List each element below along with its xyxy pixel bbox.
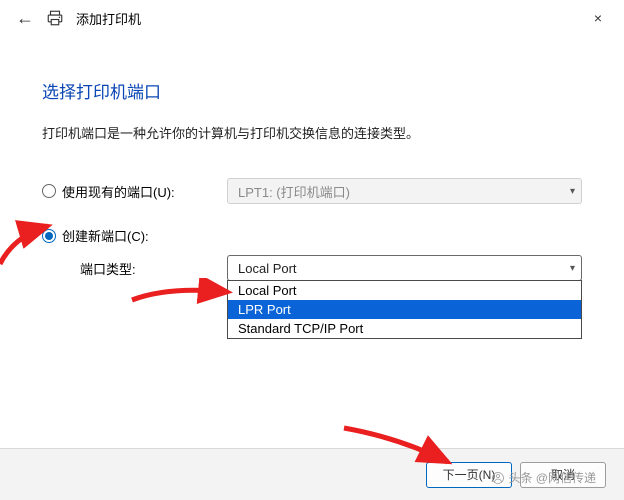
radio-use-existing[interactable] [42,184,56,198]
existing-port-combo: LPT1: (打印机端口) ▾ [227,178,582,204]
port-type-row: 端口类型: Local Port ▾ Local Port LPR Port S… [42,255,582,281]
option-use-existing-row: 使用现有的端口(U): LPT1: (打印机端口) ▾ [42,178,582,204]
port-type-label: 端口类型: [80,259,136,278]
next-button[interactable]: 下一页(N) [426,462,512,488]
option-create-new[interactable]: 创建新端口(C): [42,226,227,245]
existing-port-field: LPT1: (打印机端口) ▾ [227,178,582,204]
chevron-down-icon: ▾ [570,263,575,274]
page-heading: 选择打印机端口 [42,78,582,103]
radio-create-new[interactable] [42,229,56,243]
chevron-down-icon: ▾ [570,186,575,197]
printer-icon [46,9,64,27]
port-type-field: Local Port ▾ Local Port LPR Port Standar… [227,255,582,281]
cancel-button[interactable]: 取消 [520,462,606,488]
existing-port-value: LPT1: (打印机端口) [238,182,350,201]
port-type-option[interactable]: Local Port [228,281,581,300]
content-area: 选择打印机端口 打印机端口是一种允许你的计算机与打印机交换信息的连接类型。 使用… [0,36,624,281]
back-button[interactable]: ← [16,9,34,27]
port-type-combo[interactable]: Local Port ▾ [227,255,582,281]
port-type-option[interactable]: Standard TCP/IP Port [228,319,581,338]
port-type-dropdown: Local Port LPR Port Standard TCP/IP Port [227,280,582,339]
option-create-new-row: 创建新端口(C): [42,226,582,245]
page-description: 打印机端口是一种允许你的计算机与打印机交换信息的连接类型。 [42,123,582,142]
close-button[interactable]: × [576,2,620,34]
option-use-existing-label: 使用现有的端口(U): [62,182,175,201]
window-title: 添加打印机 [76,9,141,28]
titlebar-left: ← 添加打印机 [16,9,141,28]
port-type-selected: Local Port [238,261,297,276]
annotation-arrow [128,278,238,308]
titlebar: ← 添加打印机 × [0,0,624,36]
footer: 下一页(N) 取消 [0,448,624,500]
port-type-label-col: 端口类型: [42,259,227,278]
dialog-window: ← 添加打印机 × 选择打印机端口 打印机端口是一种允许你的计算机与打印机交换信… [0,0,624,500]
port-type-option[interactable]: LPR Port [228,300,581,319]
option-use-existing[interactable]: 使用现有的端口(U): [42,182,227,201]
option-create-new-label: 创建新端口(C): [62,226,149,245]
